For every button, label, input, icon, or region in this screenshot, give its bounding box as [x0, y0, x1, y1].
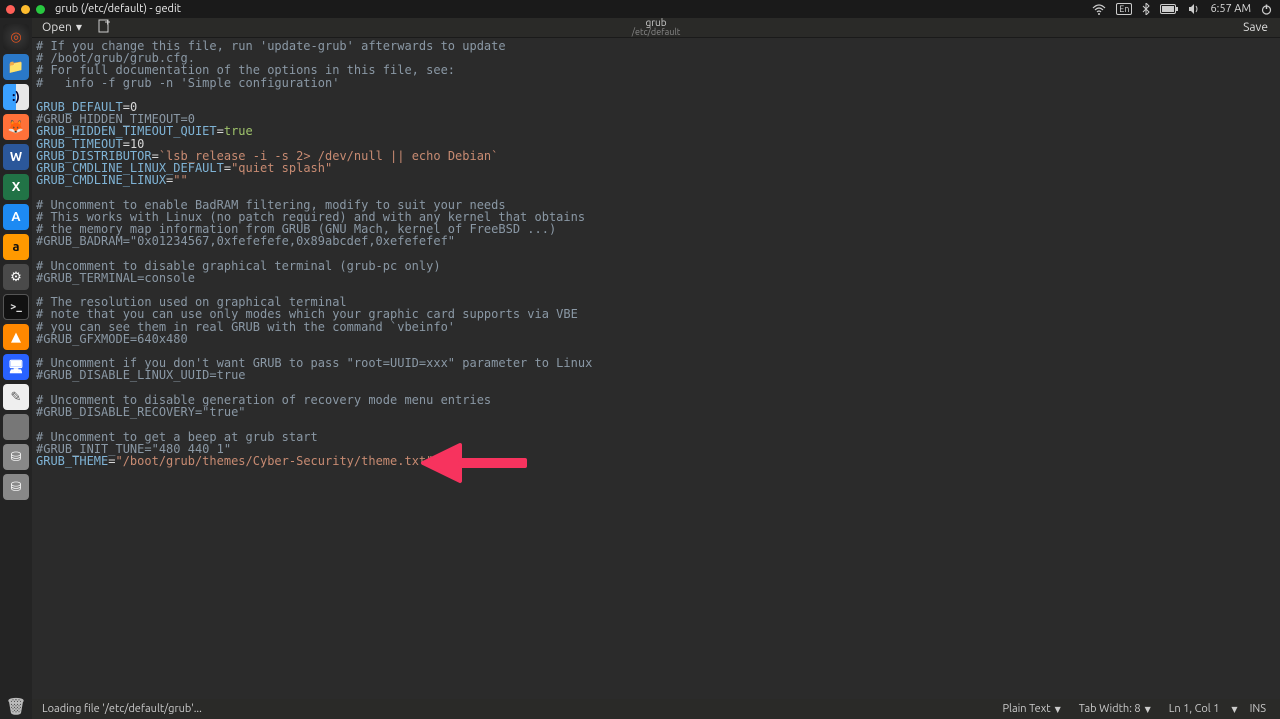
var-name: GRUB_CMDLINE_LINUX: [36, 173, 166, 187]
bluetooth-icon[interactable]: [1142, 3, 1150, 15]
statusbar: Loading file '/etc/default/grub'... Plai…: [32, 699, 1280, 719]
text-editor[interactable]: # If you change this file, run 'update-g…: [32, 38, 1280, 699]
launcher-amazon[interactable]: a: [3, 234, 29, 260]
insert-mode[interactable]: INS: [1244, 703, 1272, 715]
gedit-icon: ✎: [11, 390, 22, 405]
document-title: grub /etc/default: [632, 17, 680, 38]
terminal-icon: >_: [10, 301, 22, 313]
window-title: grub (/etc/default) - gedit: [55, 3, 181, 15]
var-name: GRUB_THEME: [36, 454, 108, 468]
status-message: Loading file '/etc/default/grub'...: [32, 703, 202, 715]
launcher-word[interactable]: W: [3, 144, 29, 170]
launcher-settings[interactable]: ⚙: [3, 264, 29, 290]
folder-icon: 📁: [8, 60, 24, 75]
vlc-icon: ▲: [11, 330, 21, 345]
appstore-icon: A: [11, 210, 20, 224]
chevron-down-icon: ▼: [76, 23, 82, 32]
language-indicator[interactable]: En: [1116, 3, 1132, 15]
menubar: grub (/etc/default) - gedit En 6:57 AM: [0, 0, 1280, 18]
launcher: ◎ 📁 :) 🦊 W X A a ⚙ >_ ▲ 🖥 ✎ ⛁ ⛁ 🗑: [0, 18, 32, 719]
launcher-finder[interactable]: :): [3, 84, 29, 110]
insert-mode-label: INS: [1250, 703, 1266, 715]
window-controls: [6, 5, 45, 14]
language-mode-label: Plain Text: [1002, 703, 1050, 715]
minimize-window-icon[interactable]: [21, 5, 30, 14]
cursor-position: Ln 1, Col 1: [1163, 703, 1226, 715]
equals: =: [224, 161, 231, 175]
var-value: "/boot/grub/themes/Cyber-Security/theme.…: [115, 454, 433, 468]
amazon-icon: a: [12, 240, 19, 254]
code-line: #GRUB_BADRAM="0x01234567,0xfefefefe,0x89…: [36, 234, 455, 248]
launcher-excel[interactable]: X: [3, 174, 29, 200]
finder-icon: :): [12, 90, 20, 104]
launcher-dash[interactable]: ◎: [3, 24, 29, 50]
launcher-appstore[interactable]: A: [3, 204, 29, 230]
code-line: # info -f grub -n 'Simple configuration': [36, 76, 339, 90]
launcher-app-unknown[interactable]: [3, 414, 29, 440]
open-button[interactable]: Open ▼: [32, 18, 92, 37]
launcher-trash[interactable]: 🗑: [3, 693, 29, 719]
launcher-volume-1[interactable]: ⛁: [3, 444, 29, 470]
system-indicators: En 6:57 AM: [1092, 3, 1272, 15]
chevron-down-icon[interactable]: ▼: [1231, 705, 1237, 714]
var-value: "quiet splash": [231, 161, 332, 175]
new-document-button[interactable]: [92, 19, 117, 36]
new-document-icon: [98, 19, 111, 33]
launcher-volume-2[interactable]: ⛁: [3, 474, 29, 500]
ubuntu-icon: ◎: [10, 30, 21, 45]
chevron-down-icon: ▼: [1145, 705, 1151, 714]
gear-icon: ⚙: [10, 270, 22, 285]
trash-icon: 🗑: [6, 697, 26, 716]
open-button-label: Open: [42, 21, 72, 34]
chevron-down-icon: ▼: [1055, 705, 1061, 714]
volume-icon[interactable]: [1188, 3, 1200, 15]
launcher-files[interactable]: 📁: [3, 54, 29, 80]
var-value: true: [224, 124, 253, 138]
maximize-window-icon[interactable]: [36, 5, 45, 14]
tab-width-selector[interactable]: Tab Width: 8 ▼: [1073, 703, 1157, 715]
excel-icon: X: [12, 180, 21, 194]
launcher-firefox[interactable]: 🦊: [3, 114, 29, 140]
clock[interactable]: 6:57 AM: [1210, 3, 1251, 15]
code-line: #GRUB_TERMINAL=console: [36, 271, 195, 285]
launcher-gedit[interactable]: ✎: [3, 384, 29, 410]
code-line: #GRUB_DISABLE_LINUX_UUID=true: [36, 368, 246, 382]
save-button[interactable]: Save: [1231, 21, 1280, 34]
wifi-icon[interactable]: [1092, 4, 1106, 15]
language-mode-selector[interactable]: Plain Text ▼: [996, 703, 1066, 715]
cursor-position-label: Ln 1, Col 1: [1169, 703, 1220, 715]
firefox-icon: 🦊: [8, 120, 24, 135]
gedit-toolbar: Open ▼ grub /etc/default Save: [32, 18, 1280, 38]
tab-width-label: Tab Width: 8: [1079, 703, 1141, 715]
word-icon: W: [10, 150, 22, 164]
equals: =: [217, 124, 224, 138]
launcher-vlc[interactable]: ▲: [3, 324, 29, 350]
launcher-display[interactable]: 🖥: [3, 354, 29, 380]
document-path: /etc/default: [632, 28, 680, 38]
disk-icon: ⛁: [11, 480, 22, 495]
code-line: #GRUB_GFXMODE=640x480: [36, 332, 188, 346]
var-value: "": [173, 173, 187, 187]
power-icon[interactable]: [1261, 4, 1272, 15]
disk-icon: ⛁: [11, 450, 22, 465]
monitor-icon: 🖥: [8, 360, 25, 375]
code-line: #GRUB_DISABLE_RECOVERY="true": [36, 405, 246, 419]
battery-icon[interactable]: [1160, 4, 1178, 14]
launcher-terminal[interactable]: >_: [3, 294, 29, 320]
close-window-icon[interactable]: [6, 5, 15, 14]
